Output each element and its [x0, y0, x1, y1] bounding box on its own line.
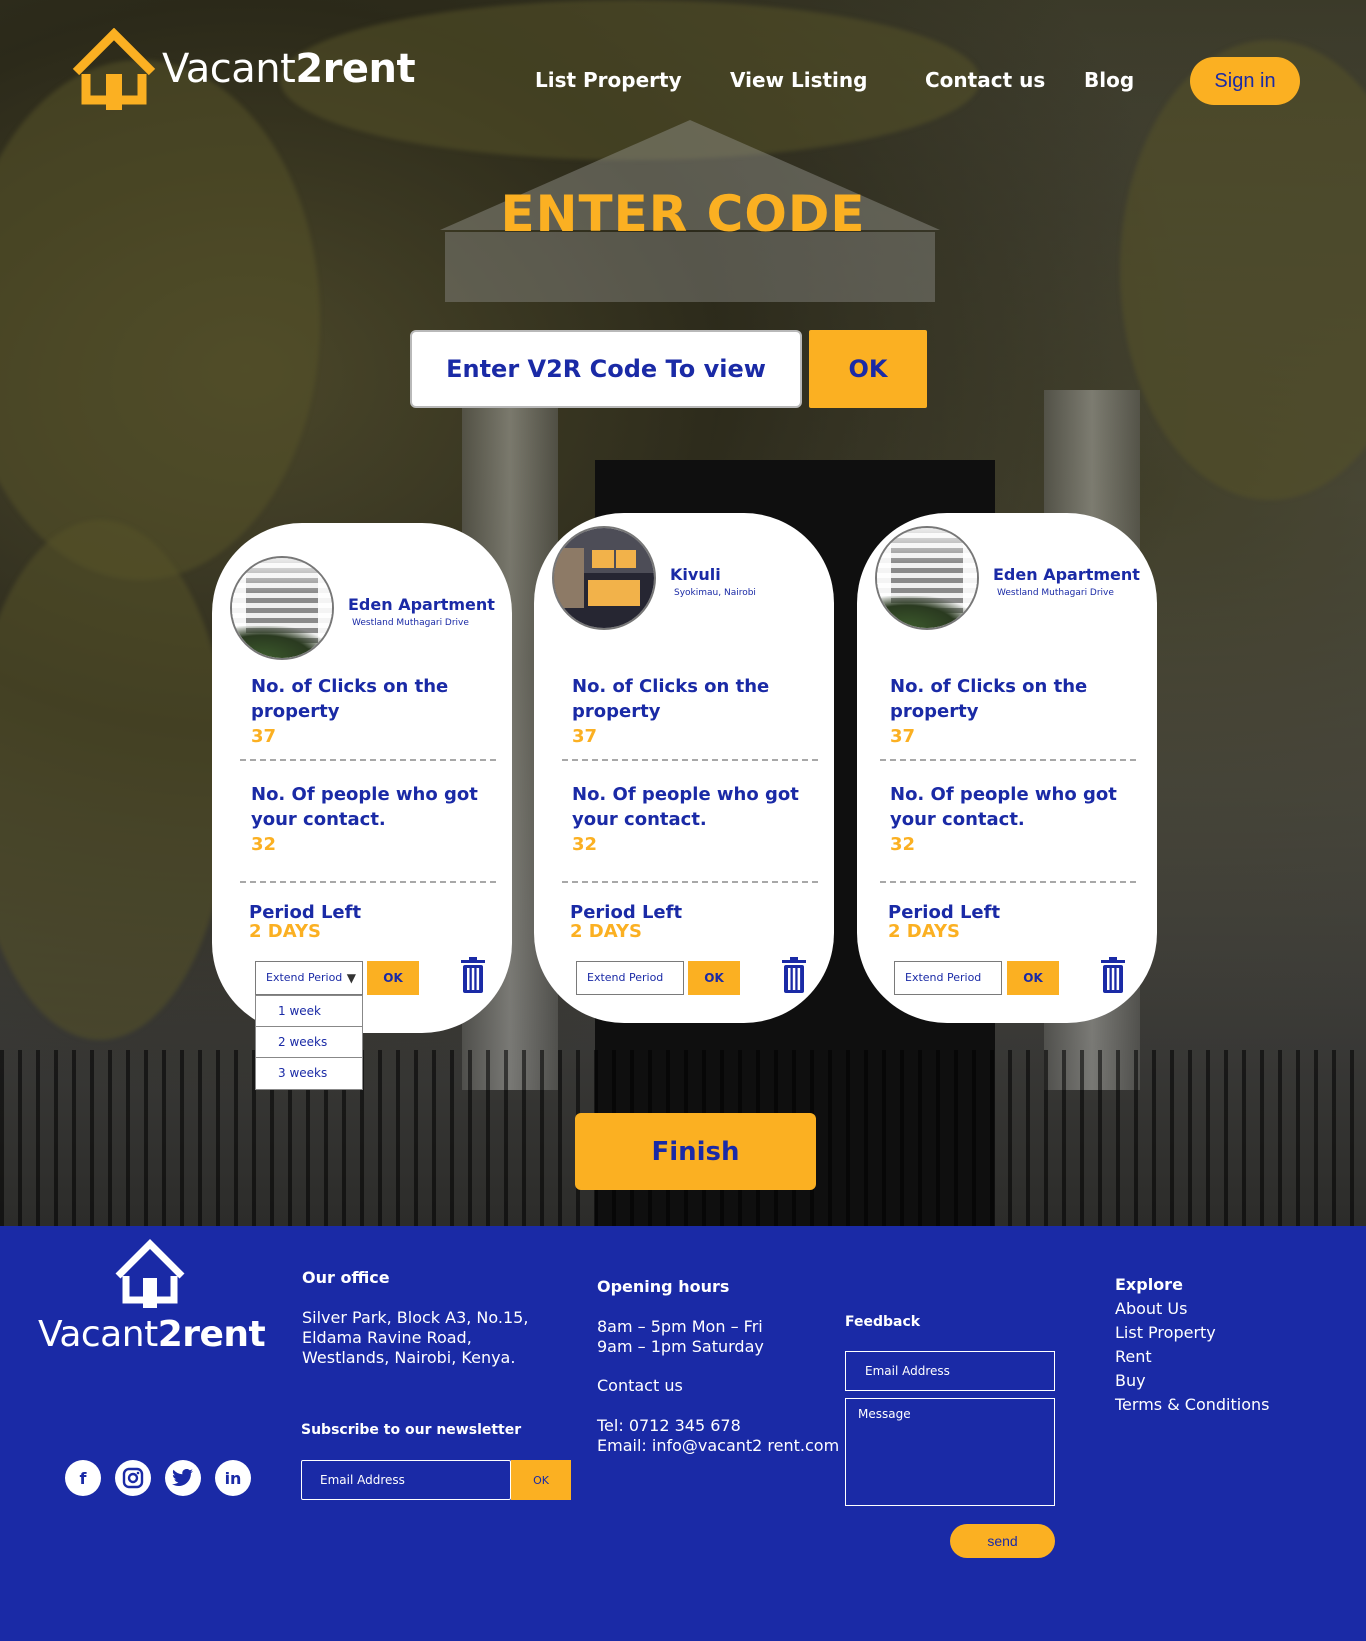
twitter-icon[interactable] [165, 1460, 201, 1496]
nav-view-listing[interactable]: View Listing [730, 68, 867, 92]
clicks-value: 37 [251, 726, 277, 747]
property-name: Eden Apartment [348, 595, 495, 614]
nav-list-property[interactable]: List Property [535, 68, 682, 92]
sign-in-button[interactable]: Sign in [1190, 57, 1300, 105]
instagram-icon[interactable] [115, 1460, 151, 1496]
office-line: Eldama Ravine Road, [302, 1328, 472, 1347]
office-line: Westlands, Nairobi, Kenya. [302, 1348, 516, 1367]
extend-ok-button[interactable]: OK [688, 961, 740, 995]
dropdown-option[interactable]: 2 weeks [256, 1027, 362, 1058]
contacts-label: No. Of people who got your contact. [251, 784, 478, 830]
trash-icon[interactable] [1100, 957, 1126, 993]
hours-line: 9am – 1pm Saturday [597, 1337, 764, 1356]
office-line: Silver Park, Block A3, No.15, [302, 1308, 529, 1327]
property-address: Syokimau, Nairobi [674, 588, 756, 598]
nav-contact-us[interactable]: Contact us [925, 68, 1045, 92]
brand-name: Vacant2rent [162, 46, 416, 92]
property-address: Westland Muthagari Drive [352, 618, 469, 628]
period-value: 2 DAYS [249, 921, 321, 942]
explore-link-list-property[interactable]: List Property [1115, 1323, 1216, 1342]
contacts-value: 32 [572, 834, 598, 855]
trash-icon[interactable] [460, 957, 486, 993]
period-value: 2 DAYS [888, 921, 960, 942]
extend-ok-button[interactable]: OK [367, 961, 419, 995]
explore-link-about-us[interactable]: About Us [1115, 1299, 1187, 1318]
newsletter-heading: Subscribe to our newsletter [301, 1422, 522, 1438]
feedback-message-input[interactable] [845, 1398, 1055, 1506]
extend-ok-button[interactable]: OK [1007, 961, 1059, 995]
property-address: Westland Muthagari Drive [997, 588, 1114, 598]
newsletter-email-input[interactable] [301, 1460, 511, 1500]
clicks-value: 37 [890, 726, 916, 747]
property-image [875, 526, 979, 630]
trash-icon[interactable] [781, 957, 807, 993]
caret-down-icon: ▼ [346, 971, 356, 985]
linkedin-icon[interactable]: in [215, 1460, 251, 1496]
contacts-label: No. Of people who got your contact. [572, 784, 799, 830]
send-button[interactable]: send [950, 1524, 1055, 1558]
feedback-heading: Feedback [845, 1314, 921, 1330]
clicks-label: No. of Clicks on the property [890, 676, 1088, 722]
property-image [230, 556, 334, 660]
divider [880, 881, 1136, 883]
contacts-label: No. Of people who got your contact. [890, 784, 1117, 830]
clicks-label: No. of Clicks on the property [572, 676, 770, 722]
newsletter-ok-button[interactable]: OK [511, 1460, 571, 1500]
nav-blog[interactable]: Blog [1084, 68, 1134, 92]
property-name: Kivuli [670, 565, 721, 584]
finish-button[interactable]: Finish [575, 1113, 816, 1190]
divider [240, 881, 496, 883]
contact-heading: Contact us [597, 1376, 683, 1395]
property-card: Kivuli Syokimau, Nairobi No. of Clicks o… [534, 513, 834, 1023]
office-heading: Our office [302, 1268, 390, 1287]
facebook-icon[interactable]: f [65, 1460, 101, 1496]
explore-link-rent[interactable]: Rent [1115, 1347, 1152, 1366]
dropdown-option[interactable]: 1 week [256, 996, 362, 1027]
divider [562, 881, 818, 883]
explore-link-buy[interactable]: Buy [1115, 1371, 1146, 1390]
extend-period-dropdown: 1 week 2 weeks 3 weeks [255, 995, 363, 1090]
property-card: Eden Apartment Westland Muthagari Drive … [212, 523, 512, 1033]
brand-logo[interactable]: Vacant2rent [72, 28, 416, 110]
extend-period-select[interactable]: Extend Period [576, 961, 684, 995]
clicks-label: No. of Clicks on the property [251, 676, 449, 722]
extend-period-select[interactable]: Extend Period [894, 961, 1002, 995]
contacts-value: 32 [890, 834, 916, 855]
property-image [552, 526, 656, 630]
house-logo-icon [115, 1239, 185, 1308]
explore-link-terms[interactable]: Terms & Conditions [1115, 1395, 1269, 1414]
dropdown-option[interactable]: 3 weeks [256, 1058, 362, 1089]
hours-heading: Opening hours [597, 1277, 730, 1296]
explore-heading: Explore [1115, 1275, 1183, 1294]
house-logo-icon [72, 28, 156, 110]
contacts-value: 32 [251, 834, 277, 855]
feedback-email-input[interactable] [845, 1351, 1055, 1391]
contact-phone: Tel: 0712 345 678 [597, 1416, 741, 1435]
code-ok-button[interactable]: OK [809, 330, 927, 408]
hours-line: 8am – 5pm Mon – Fri [597, 1317, 763, 1336]
page-title: ENTER CODE [500, 185, 866, 243]
property-name: Eden Apartment [993, 565, 1140, 584]
clicks-value: 37 [572, 726, 598, 747]
footer: Vacant2rent f in Our office Silver Park,… [0, 1226, 1366, 1641]
contact-email: Email: info@vacant2 rent.com [597, 1436, 840, 1455]
property-card: Eden Apartment Westland Muthagari Drive … [857, 513, 1157, 1023]
divider [880, 759, 1136, 761]
extend-period-select[interactable]: Extend Period ▼ [255, 961, 363, 995]
period-value: 2 DAYS [570, 921, 642, 942]
divider [562, 759, 818, 761]
footer-brand-name: Vacant2rent [38, 1314, 266, 1355]
divider [240, 759, 496, 761]
code-input[interactable] [410, 330, 802, 408]
